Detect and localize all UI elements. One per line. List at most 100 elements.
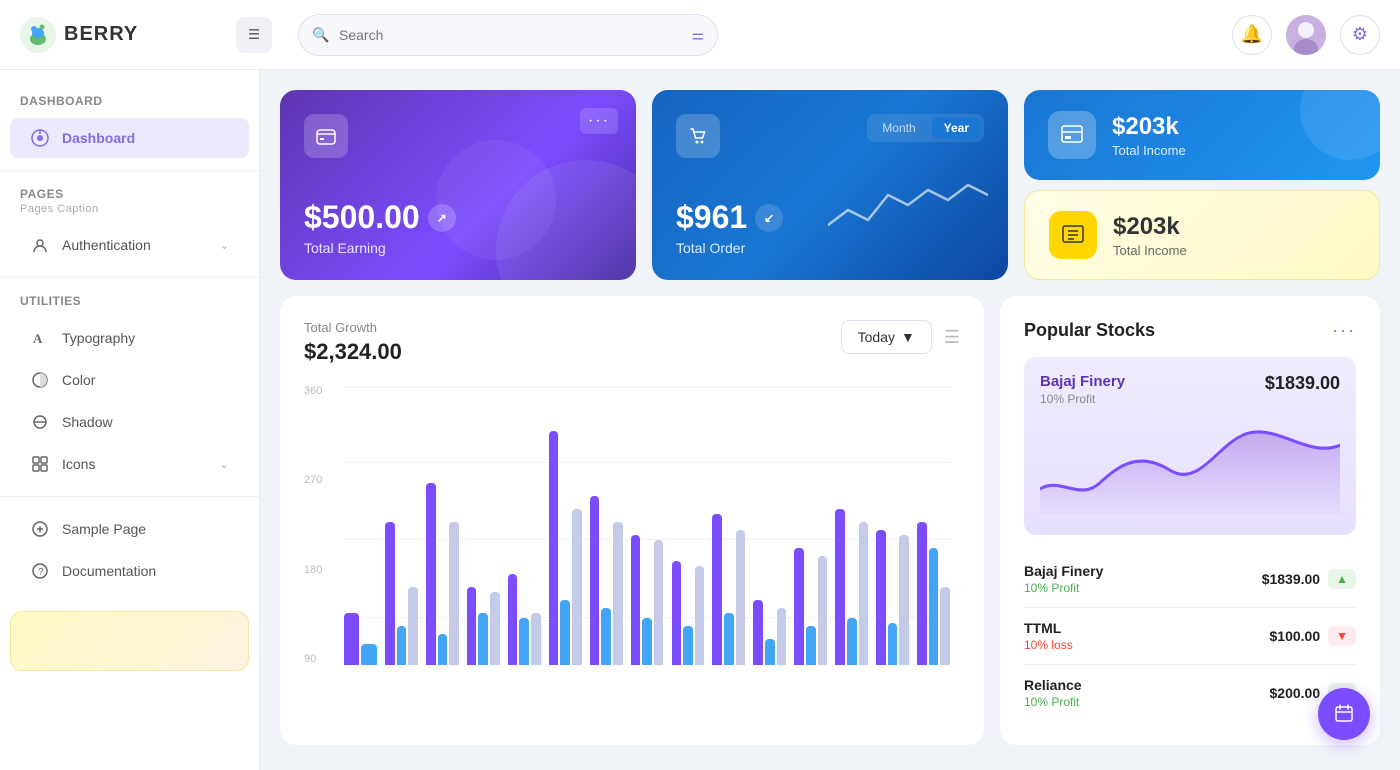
search-input[interactable] [298, 14, 718, 56]
chart-title-area: Total Growth $2,324.00 [304, 320, 402, 365]
fab-button[interactable] [1318, 688, 1370, 740]
sidebar-item-icons[interactable]: Icons ⌄ [10, 444, 249, 484]
chart-amount: $2,324.00 [304, 339, 402, 365]
bar-group-10 [753, 385, 786, 665]
color-icon [30, 370, 50, 390]
bar-1-0 [385, 522, 395, 665]
y-label-0: 90 [304, 653, 339, 665]
bar-8-1 [683, 626, 693, 665]
sidebar-item-sample-page[interactable]: Sample Page [10, 509, 249, 549]
menu-icon: ☰ [248, 27, 260, 43]
search-icon: 🔍 [312, 26, 329, 43]
sidebar-item-authentication[interactable]: Authentication ⌄ [10, 225, 249, 265]
bar-6-2 [613, 522, 623, 665]
avatar[interactable] [1286, 15, 1326, 55]
bar-14-2 [940, 587, 950, 665]
income-bottom-label: Total Income [1113, 243, 1187, 258]
income-top-text: $203k Total Income [1112, 113, 1186, 158]
stock-row-0: Bajaj Finery10% Profit $1839.00▲ [1024, 551, 1356, 608]
documentation-icon: ? [30, 561, 50, 581]
income-column: $203k Total Income $203k [1024, 90, 1380, 280]
header-right: 🔔 ⚙ [1232, 15, 1380, 55]
today-button[interactable]: Today ▼ [841, 320, 932, 354]
bar-2-2 [449, 522, 459, 665]
icons-icon [30, 454, 50, 474]
header-settings-button[interactable]: ⚙ [1340, 15, 1380, 55]
chart-card: Total Growth $2,324.00 Today ▼ ☰ 90 [280, 296, 984, 745]
bar-5-0 [549, 431, 559, 665]
avatar-image [1286, 15, 1326, 55]
stock-row-right-0: $1839.00▲ [1262, 569, 1356, 589]
stock-price-0: $1839.00 [1262, 571, 1320, 587]
chart-menu-icon[interactable]: ☰ [944, 327, 960, 348]
sidebar-item-typography[interactable]: A Typography [10, 318, 249, 358]
dropdown-icon: ▼ [901, 329, 915, 345]
sidebar-item-color[interactable]: Color [10, 360, 249, 400]
earning-card-more-button[interactable]: ··· [580, 108, 618, 134]
icons-chevron: ⌄ [220, 458, 229, 471]
sidebar-divider-3 [0, 496, 259, 497]
stocks-more-button[interactable]: ··· [1332, 320, 1356, 341]
sidebar: Dashboard Dashboard Pages Pages Caption [0, 70, 260, 770]
stock-row-left-0: Bajaj Finery10% Profit [1024, 563, 1103, 595]
y-label-1: 180 [304, 564, 339, 576]
logo-area: BERRY [20, 17, 220, 53]
stock-row-right-1: $100.00▼ [1270, 626, 1357, 646]
bar-4-2 [531, 613, 541, 665]
bar-14-1 [929, 548, 939, 665]
stock-row-2: Reliance10% Profit$200.00▲ [1024, 665, 1356, 721]
sidebar-section-dashboard: Dashboard [0, 90, 259, 116]
bar-7-1 [642, 618, 652, 665]
bell-icon: 🔔 [1241, 24, 1263, 45]
filter-icon[interactable]: ⚌ [691, 26, 704, 43]
menu-button[interactable]: ☰ [236, 17, 272, 53]
bar-4-0 [508, 574, 518, 665]
sidebar-bottom-bar [10, 611, 249, 671]
bottom-row: Total Growth $2,324.00 Today ▼ ☰ 90 [280, 296, 1380, 745]
sidebar-item-shadow[interactable]: Shadow [10, 402, 249, 442]
sidebar-item-documentation[interactable]: ? Documentation [10, 551, 249, 591]
bar-group-12 [835, 385, 868, 665]
bar-6-1 [601, 608, 611, 665]
stock-chart-area: Bajaj Finery 10% Profit $1839.00 [1024, 357, 1356, 535]
sidebar-item-documentation-label: Documentation [62, 563, 229, 579]
stock-chart-name: Bajaj Finery [1040, 373, 1125, 390]
bar-0-1 [361, 644, 376, 665]
order-toggle-group: Month Year [867, 114, 984, 142]
sidebar-item-typography-label: Typography [62, 330, 229, 346]
sidebar-divider-1 [0, 170, 259, 171]
dashboard-icon [30, 128, 50, 148]
bar-1-1 [397, 626, 407, 665]
order-down-icon: ↙ [755, 204, 783, 232]
sidebar-item-dashboard[interactable]: Dashboard [10, 118, 249, 158]
earning-up-icon: ↗ [428, 204, 456, 232]
stock-mini-chart [1040, 414, 1340, 514]
header: BERRY ☰ 🔍 ⚌ 🔔 ⚙ [0, 0, 1400, 70]
income-bottom-text: $203k Total Income [1113, 213, 1187, 258]
notification-button[interactable]: 🔔 [1232, 15, 1272, 55]
main-layout: Dashboard Dashboard Pages Pages Caption [0, 70, 1400, 770]
bar-group-4 [508, 385, 541, 665]
bar-13-2 [899, 535, 909, 665]
earning-card-icon [304, 114, 348, 158]
income-top-amount: $203k [1112, 113, 1186, 141]
bar-9-1 [724, 613, 734, 665]
bar-5-1 [560, 600, 570, 665]
bar-group-13 [876, 385, 909, 665]
bar-group-0 [344, 385, 377, 665]
authentication-icon [30, 235, 50, 255]
bar-group-11 [794, 385, 827, 665]
sidebar-item-icons-label: Icons [62, 456, 208, 472]
bar-3-1 [478, 613, 488, 665]
bar-group-6 [590, 385, 623, 665]
bar-14-0 [917, 522, 927, 665]
stocks-card: Popular Stocks ··· Bajaj Finery 10% Prof… [1000, 296, 1380, 745]
month-toggle-button[interactable]: Month [870, 117, 927, 139]
earning-card-amount: $500.00 ↗ [304, 199, 612, 236]
income-top-label: Total Income [1112, 143, 1186, 158]
bar-group-2 [426, 385, 459, 665]
year-toggle-button[interactable]: Year [932, 117, 981, 139]
chart-header: Total Growth $2,324.00 Today ▼ ☰ [304, 320, 960, 365]
income-bottom-amount: $203k [1113, 213, 1187, 241]
stock-row-left-2: Reliance10% Profit [1024, 677, 1082, 709]
